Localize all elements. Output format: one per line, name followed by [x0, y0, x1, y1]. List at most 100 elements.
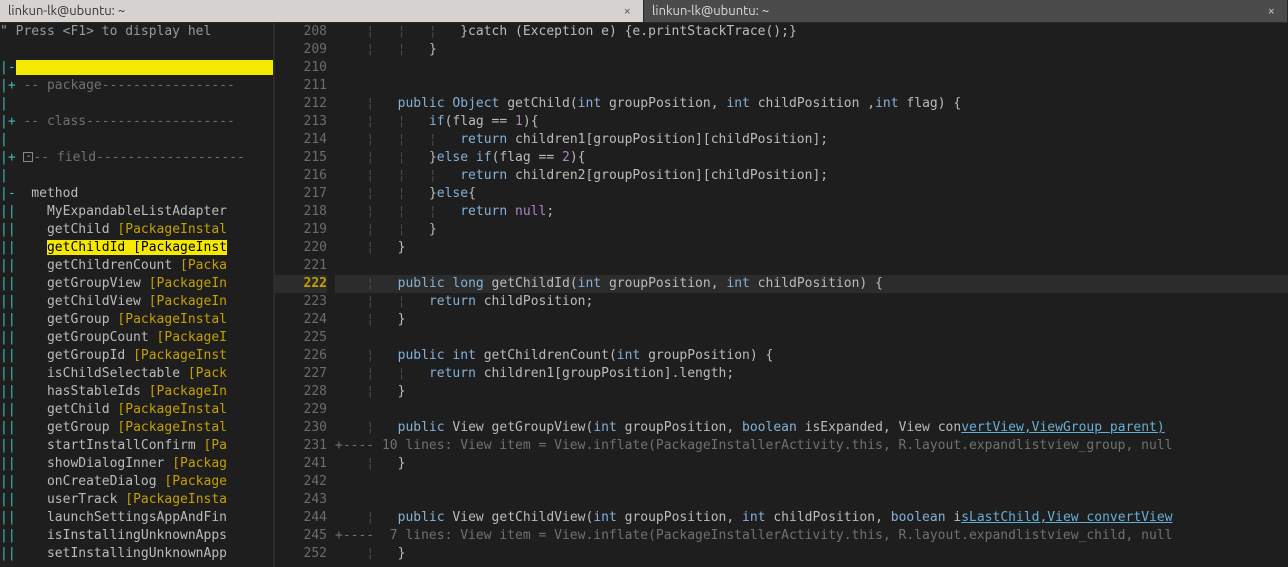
tagbar-item[interactable]: || getGroup [PackageInstal [0, 311, 273, 329]
tagbar-item[interactable]: || userTrack [PackageInsta [0, 491, 273, 509]
blank-line: | [0, 167, 273, 185]
code-line[interactable]: ¦ ¦ }else if(flag == 2){ [335, 149, 1288, 167]
line-number: 220 [275, 239, 327, 257]
code-line[interactable]: ¦ ¦ } [335, 41, 1288, 59]
redacted-line: |- XXXXXXXXXXXXXXXXXXXXXXXXXXXXXXX [0, 59, 273, 77]
code-line[interactable]: ¦ public View getGroupView(int groupPosi… [335, 419, 1288, 437]
code-line[interactable] [335, 59, 1288, 77]
tagbar-item[interactable]: || launchSettingsAppAndFin [0, 509, 273, 527]
tagbar-item[interactable]: || startInstallConfirm [Pa [0, 437, 273, 455]
tagbar-item[interactable]: || getChildrenCount [Packa [0, 257, 273, 275]
code-line[interactable]: ¦ public View getChildView(int groupPosi… [335, 509, 1288, 527]
code-line[interactable] [335, 491, 1288, 509]
line-number: 215 [275, 149, 327, 167]
line-number: 230 [275, 419, 327, 437]
code-line[interactable]: ¦ ¦ ¦ }catch (Exception e) {e.printStack… [335, 23, 1288, 41]
tagbar-item[interactable]: || getGroup [PackageInstal [0, 419, 273, 437]
line-number: 217 [275, 185, 327, 203]
code-line[interactable]: ¦ } [335, 455, 1288, 473]
code-line[interactable]: ¦ public long getChildId(int groupPositi… [335, 275, 1288, 293]
tagbar-sidebar[interactable]: " Press <F1> to display hel |- XXXXXXXXX… [0, 23, 275, 567]
line-number: 213 [275, 113, 327, 131]
code-line[interactable]: ¦ ¦ return children1[groupPosition].leng… [335, 365, 1288, 383]
tagbar-item[interactable]: || setInstallingUnknownApp [0, 545, 273, 563]
line-number: 216 [275, 167, 327, 185]
code-line[interactable]: +---- 7 lines: View item = View.inflate(… [335, 527, 1288, 545]
section-method[interactable]: |- method [0, 185, 273, 203]
code-line[interactable] [335, 257, 1288, 275]
tagbar-item[interactable]: || getChild [PackageInstal [0, 401, 273, 419]
tagbar-item[interactable]: || getChild [PackageInstal [0, 221, 273, 239]
line-number: 221 [275, 257, 327, 275]
workspace: " Press <F1> to display hel |- XXXXXXXXX… [0, 23, 1288, 567]
line-number: 242 [275, 473, 327, 491]
code-line[interactable] [335, 329, 1288, 347]
line-number: 229 [275, 401, 327, 419]
code-line[interactable]: ¦ } [335, 239, 1288, 257]
line-number: 210 [275, 59, 327, 77]
terminal-tab-2[interactable]: linkun-lk@ubuntu: ~ × [644, 0, 1288, 22]
code-line[interactable]: ¦ ¦ ¦ return null; [335, 203, 1288, 221]
tagbar-item[interactable]: || showDialogInner [Packag [0, 455, 273, 473]
tagbar-item[interactable]: || getGroupId [PackageInst [0, 347, 273, 365]
line-number: 214 [275, 131, 327, 149]
code-line[interactable]: ¦ ¦ if(flag == 1){ [335, 113, 1288, 131]
code-line[interactable] [335, 473, 1288, 491]
tagbar-item[interactable]: || getGroupCount [PackageI [0, 329, 273, 347]
code-line[interactable]: ¦ ¦ ¦ return children1[groupPosition][ch… [335, 131, 1288, 149]
line-number: 245 [275, 527, 327, 545]
line-number: 244 [275, 509, 327, 527]
tagbar-item[interactable]: || getGroupView [PackageIn [0, 275, 273, 293]
code-editor[interactable]: 2082092102112122132142152162172182192202… [275, 23, 1288, 567]
section-package[interactable]: |+ -- package----------------- [0, 77, 273, 95]
code-line[interactable] [335, 77, 1288, 95]
line-number: 208 [275, 23, 327, 41]
tagbar-item[interactable]: || isInstallingUnknownApps [0, 527, 273, 545]
code-line[interactable]: ¦ } [335, 545, 1288, 563]
line-number: 225 [275, 329, 327, 347]
code-area[interactable]: ¦ ¦ ¦ }catch (Exception e) {e.printStack… [335, 23, 1288, 567]
blank-line: | [0, 95, 273, 113]
line-number: 231 [275, 437, 327, 455]
code-line[interactable]: ¦ } [335, 311, 1288, 329]
line-number: 212 [275, 95, 327, 113]
line-number: 211 [275, 77, 327, 95]
line-number: 224 [275, 311, 327, 329]
tagbar-item[interactable]: || onCreateDialog [Package [0, 473, 273, 491]
line-number: 227 [275, 365, 327, 383]
tab-title: linkun-lk@ubuntu: ~ [8, 2, 125, 20]
tagbar-item[interactable]: || getChildId [PackageInst [0, 239, 273, 257]
tagbar-item[interactable]: || getChildView [PackageIn [0, 293, 273, 311]
section-field[interactable]: |+ --- field------------------- [0, 149, 273, 167]
line-gutter: 2082092102112122132142152162172182192202… [275, 23, 335, 567]
code-line[interactable]: +---- 10 lines: View item = View.inflate… [335, 437, 1288, 455]
code-line[interactable]: ¦ ¦ return childPosition; [335, 293, 1288, 311]
blank-line [0, 41, 273, 59]
line-number: 228 [275, 383, 327, 401]
blank-line: | [0, 131, 273, 149]
tab-title: linkun-lk@ubuntu: ~ [652, 2, 769, 20]
help-hint: " Press <F1> to display hel [0, 23, 273, 41]
code-line[interactable]: ¦ public Object getChild(int groupPositi… [335, 95, 1288, 113]
tagbar-item[interactable]: || MyExpandableListAdapter [0, 203, 273, 221]
close-icon[interactable]: × [1264, 2, 1279, 20]
tagbar-item[interactable]: || hasStableIds [PackageIn [0, 383, 273, 401]
code-line[interactable]: ¦ public int getChildrenCount(int groupP… [335, 347, 1288, 365]
tab-bar: linkun-lk@ubuntu: ~ × linkun-lk@ubuntu: … [0, 0, 1288, 23]
line-number: 252 [275, 545, 327, 563]
line-number: 218 [275, 203, 327, 221]
line-number: 223 [275, 293, 327, 311]
line-number: 209 [275, 41, 327, 59]
line-number: 243 [275, 491, 327, 509]
code-line[interactable]: ¦ ¦ }else{ [335, 185, 1288, 203]
tagbar-item[interactable]: || isChildSelectable [Pack [0, 365, 273, 383]
code-line[interactable] [335, 401, 1288, 419]
terminal-tab-1[interactable]: linkun-lk@ubuntu: ~ × [0, 0, 644, 22]
line-number: 219 [275, 221, 327, 239]
close-icon[interactable]: × [620, 2, 635, 20]
code-line[interactable]: ¦ ¦ } [335, 221, 1288, 239]
fold-minus-icon[interactable]: - [23, 152, 33, 162]
code-line[interactable]: ¦ ¦ ¦ return children2[groupPosition][ch… [335, 167, 1288, 185]
code-line[interactable]: ¦ } [335, 383, 1288, 401]
section-class[interactable]: |+ -- class------------------- [0, 113, 273, 131]
